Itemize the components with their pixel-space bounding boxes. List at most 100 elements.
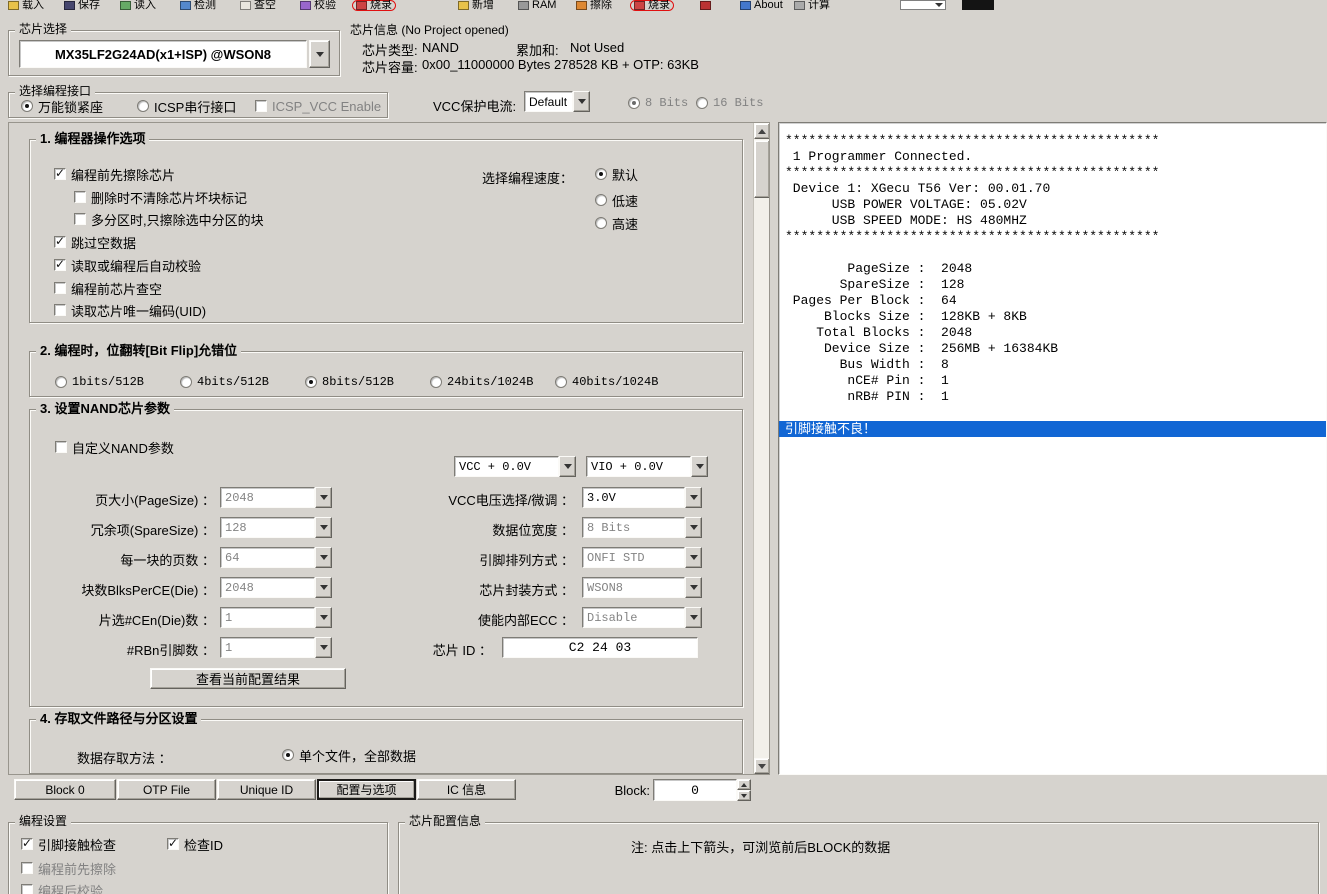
toolbar-button-save[interactable]: 保存 xyxy=(64,0,100,11)
radio-8-bits[interactable]: 8 Bits xyxy=(628,96,688,110)
radio-bitflip-8bits[interactable]: 8bits/512B xyxy=(305,375,394,389)
combo-arrow-button[interactable] xyxy=(685,487,702,508)
pin-layout-combo[interactable]: ONFI STD xyxy=(582,547,702,568)
toolbar-button-label: 烧录 xyxy=(370,0,392,11)
scrollbar-down-button[interactable] xyxy=(754,758,770,774)
toolbar-button-load[interactable]: 载入 xyxy=(8,0,44,11)
vcc-offset-combo[interactable]: VCC + 0.0V xyxy=(454,456,576,477)
toolbar-button-read[interactable]: 读入 xyxy=(120,0,156,11)
save-file-icon xyxy=(64,1,75,10)
ce-count-combo[interactable]: 1 xyxy=(220,607,332,628)
combo-arrow-button[interactable] xyxy=(315,607,332,628)
combo-arrow-button[interactable] xyxy=(315,487,332,508)
radio-speed-high[interactable]: 高速 xyxy=(595,216,638,230)
combo-arrow-button[interactable] xyxy=(315,517,332,538)
toolbar-combo[interactable] xyxy=(900,0,946,10)
pages-per-block-combo[interactable]: 64 xyxy=(220,547,332,568)
toolbar-button-program[interactable]: 烧录 xyxy=(352,0,396,11)
toolbar-button-calculator[interactable]: 计算 xyxy=(794,0,830,11)
pagesize-combo[interactable]: 2048 xyxy=(220,487,332,508)
toolbar-button-blank-check[interactable]: 查空 xyxy=(240,0,276,11)
block-spinner-down-button[interactable] xyxy=(737,790,751,801)
vio-offset-combo[interactable]: VIO + 0.0V xyxy=(586,456,708,477)
chevron-down-icon xyxy=(690,615,698,620)
toolbar-button-ram[interactable]: RAM xyxy=(518,0,556,11)
tab-unique-id[interactable]: Unique ID xyxy=(217,779,316,800)
blocks-per-ce-combo[interactable]: 2048 xyxy=(220,577,332,598)
toolbar: 载入 保存 读入 检测 查空 校验 烧录 新增 RAM 擦除 烧录 About … xyxy=(0,0,1327,11)
checkbox-pin-contact-check[interactable]: ✓引脚接触检查 xyxy=(21,837,116,851)
tab-otp-file[interactable]: OTP File xyxy=(117,779,216,800)
checkbox-custom-nand-params[interactable]: ✓自定义NAND参数 xyxy=(55,440,174,454)
combo-arrow-button[interactable] xyxy=(573,91,590,112)
chip-id-label: 芯片 ID ： xyxy=(312,640,492,659)
tab-block0[interactable]: Block 0 xyxy=(14,779,116,800)
toolbar-button-add[interactable]: 新增 xyxy=(458,0,494,11)
radio-bitflip-1bits[interactable]: 1bits/512B xyxy=(55,375,144,389)
checkbox-icsp-vcc-enable[interactable]: ✓ ICSP_VCC Enable xyxy=(255,99,381,113)
toolbar-button-program-2[interactable]: 烧录 xyxy=(630,0,674,11)
combo-arrow-button[interactable] xyxy=(685,607,702,628)
checkbox-keep-badblock-marks[interactable]: ✓删除时不清除芯片坏块标记 xyxy=(74,190,247,204)
combo-arrow-button[interactable] xyxy=(685,547,702,568)
tab-ic-info[interactable]: IC 信息 xyxy=(417,779,516,800)
settings-panel: 1. 编程器操作选项 ✓编程前先擦除芯片 ✓删除时不清除芯片坏块标记 ✓多分区时… xyxy=(8,122,770,775)
radio-single-file-all-data[interactable]: 单个文件，全部数据 xyxy=(282,748,416,762)
vcc-protection-combo[interactable]: Default xyxy=(524,91,590,112)
checkbox-check-id[interactable]: ✓检查ID xyxy=(167,837,223,851)
checkbox-box: ✓ xyxy=(21,884,33,894)
scrollbar-thumb[interactable] xyxy=(754,140,770,198)
combo-arrow-button[interactable] xyxy=(315,577,332,598)
checkbox-read-uid[interactable]: ✓读取芯片唯一编码(UID) xyxy=(54,303,206,317)
chevron-down-icon xyxy=(320,555,328,560)
checkbox-erase-before-program[interactable]: ✓编程前先擦除芯片 xyxy=(54,167,175,181)
view-config-button[interactable]: 查看当前配置结果 xyxy=(150,668,346,689)
radio-bitflip-40bits[interactable]: 40bits/1024B xyxy=(555,375,658,389)
data-width-combo[interactable]: 8 Bits xyxy=(582,517,702,538)
toolbar-button-detect[interactable]: 检测 xyxy=(180,0,216,11)
tab-config-options[interactable]: 配置与选项 xyxy=(317,779,416,800)
checkbox-verify-after-program[interactable]: ✓编程后校验 xyxy=(21,883,103,894)
combo-arrow-button[interactable] xyxy=(691,456,708,477)
vcc-voltage-combo[interactable]: 3.0V xyxy=(582,487,702,508)
checkbox-auto-verify[interactable]: ✓读取或编程后自动校验 xyxy=(54,258,201,272)
chip-id-field[interactable]: C2 24 03 xyxy=(502,637,698,658)
radio-speed-default[interactable]: 默认 xyxy=(595,167,638,181)
block-input[interactable] xyxy=(653,779,737,801)
radio-16-bits[interactable]: 16 Bits xyxy=(696,96,763,110)
checkbox-blank-check-before-program[interactable]: ✓编程前芯片查空 xyxy=(54,281,162,295)
checkbox-box: ✓ xyxy=(74,191,86,203)
settings-scrollbar[interactable] xyxy=(753,123,769,774)
toolbar-button-about[interactable]: About xyxy=(740,0,783,11)
toolbar-button-tool[interactable] xyxy=(700,0,714,11)
checkbox-erase-before-program-bottom[interactable]: ✓编程前先擦除 xyxy=(21,861,116,875)
sparesize-combo[interactable]: 128 xyxy=(220,517,332,538)
radio-bitflip-4bits[interactable]: 4bits/512B xyxy=(180,375,269,389)
checkbox-skip-blank-data[interactable]: ✓跳过空数据 xyxy=(54,235,136,249)
radio-circle xyxy=(180,376,192,388)
radio-icsp-port[interactable]: ICSP串行接口 xyxy=(137,99,236,113)
combo-arrow-button[interactable] xyxy=(685,517,702,538)
chip-select-dropdown-button[interactable] xyxy=(309,40,330,68)
checkbox-label: 读取芯片唯一编码(UID) xyxy=(71,301,206,320)
radio-speed-low[interactable]: 低速 xyxy=(595,193,638,207)
checkbox-box: ✓ xyxy=(255,100,267,112)
radio-universal-socket[interactable]: 万能锁紧座 xyxy=(21,99,103,113)
chip-select-box[interactable]: MX35LF2G24AD(x1+ISP) @WSON8 xyxy=(19,40,307,68)
block-spinner-up-button[interactable] xyxy=(737,779,751,790)
combo-value: Default xyxy=(524,91,573,112)
log-line: Device Size : 256MB + 16384KB xyxy=(779,341,1326,357)
checkbox-box: ✓ xyxy=(54,236,66,248)
combo-arrow-button[interactable] xyxy=(559,456,576,477)
toolbar-button-verify[interactable]: 校验 xyxy=(300,0,336,11)
scrollbar-up-button[interactable] xyxy=(754,123,770,139)
toolbar-button-erase[interactable]: 擦除 xyxy=(576,0,612,11)
checkbox-erase-selected-partition-only[interactable]: ✓多分区时,只擦除选中分区的块 xyxy=(74,212,264,226)
radio-bitflip-24bits[interactable]: 24bits/1024B xyxy=(430,375,533,389)
rbn-count-label: #RBn引脚数 ： xyxy=(35,640,215,659)
package-combo[interactable]: WSON8 xyxy=(582,577,702,598)
combo-arrow-button[interactable] xyxy=(685,577,702,598)
combo-arrow-button[interactable] xyxy=(315,547,332,568)
chevron-down-icon xyxy=(320,585,328,590)
internal-ecc-combo[interactable]: Disable xyxy=(582,607,702,628)
